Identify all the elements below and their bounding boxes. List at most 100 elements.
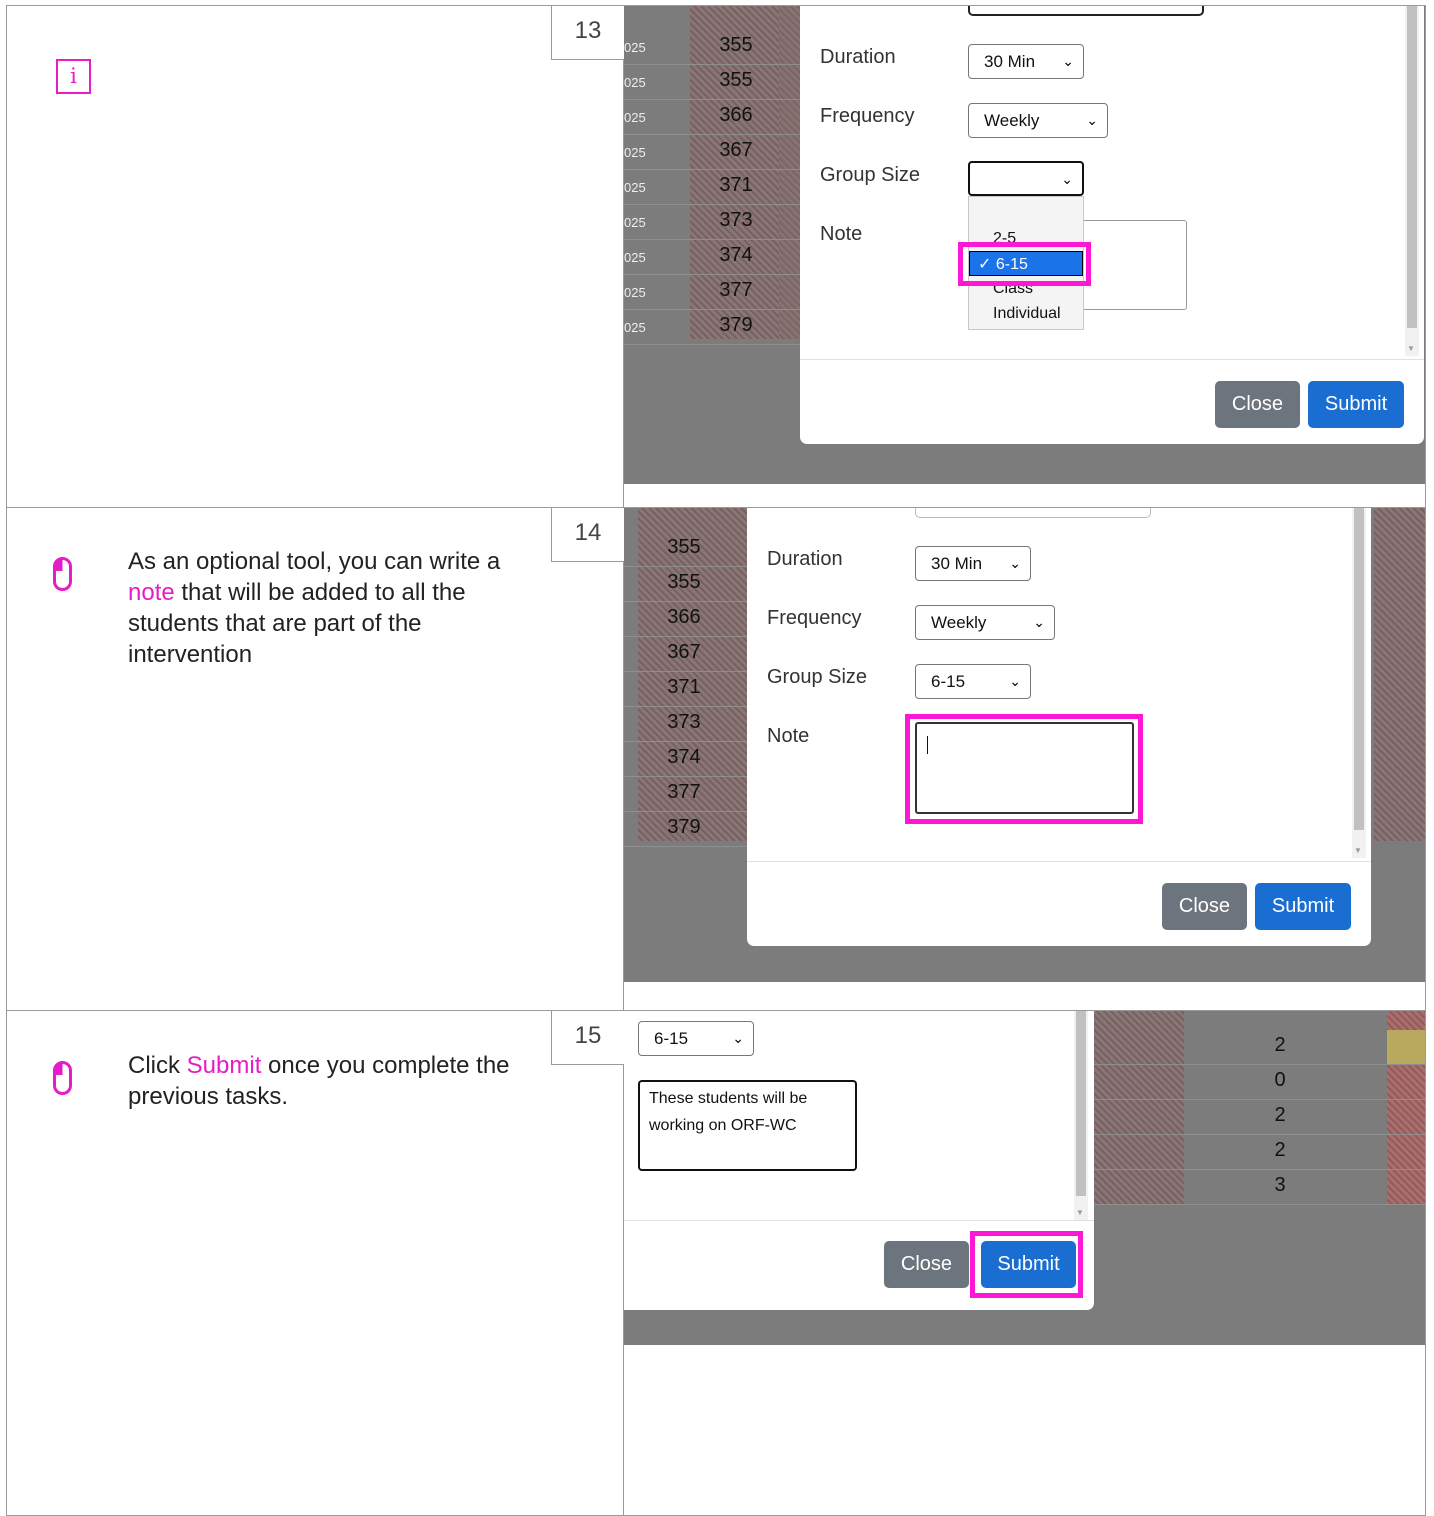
note-text-line: These students will be — [649, 1090, 808, 1107]
table-cell: 355 — [667, 571, 701, 593]
chevron-down-icon: ⌄ — [1086, 112, 1098, 128]
scrollbar[interactable]: ▼ — [1352, 508, 1366, 858]
step-number: 13 — [551, 6, 624, 60]
step-13: 13 i 025 355 025 355 025 366 025 367 025 371 025 37… — [6, 5, 1426, 508]
table-cell: 367 — [719, 139, 753, 161]
modal-footer-divider — [624, 1220, 1094, 1221]
year-cell: 025 — [624, 215, 646, 230]
row-divider — [624, 776, 747, 777]
scroll-down-icon[interactable]: ▼ — [1076, 1208, 1084, 1217]
row-divider — [624, 706, 747, 707]
modal-dialog: Duration 30 Min ⌄ Frequency Weekly ⌄ Group… — [800, 6, 1424, 444]
duration-select[interactable]: 30 Min ⌄ — [915, 546, 1031, 581]
table-cell: 3 — [1274, 1174, 1286, 1196]
highlight-box — [970, 1231, 1083, 1298]
mouse-icon — [53, 557, 72, 591]
frequency-select[interactable]: Weekly ⌄ — [968, 103, 1108, 138]
note-label: Note — [767, 725, 810, 747]
step-14: 14 As an optional tool, you can write a … — [6, 507, 1426, 1011]
scrollbar[interactable]: ▼ — [1074, 1011, 1088, 1220]
row-divider — [624, 309, 800, 310]
step-number: 15 — [551, 1011, 624, 1065]
row-divider — [624, 636, 747, 637]
row-divider — [1094, 1064, 1425, 1065]
close-button[interactable]: Close — [884, 1241, 969, 1288]
scroll-down-icon[interactable]: ▼ — [1407, 344, 1415, 353]
chevron-down-icon: ⌄ — [732, 1030, 744, 1046]
info-icon: i — [56, 59, 91, 94]
table-cell: 373 — [667, 711, 701, 733]
frequency-select[interactable]: Weekly ⌄ — [915, 605, 1055, 640]
table-cell: 355 — [719, 69, 753, 91]
instruction-part: As an optional tool, you can write a — [128, 548, 501, 575]
table-cell: 379 — [719, 314, 753, 336]
scrollbar-thumb[interactable] — [1354, 508, 1364, 830]
table-cell: 371 — [719, 174, 753, 196]
chevron-down-icon: ⌄ — [1061, 171, 1073, 187]
page-footer-strip — [624, 982, 1425, 1010]
frequency-value: Weekly — [984, 111, 1040, 130]
frequency-label: Frequency — [820, 105, 915, 127]
group-size-select[interactable]: 6-15 ⌄ — [638, 1021, 754, 1056]
row-divider — [624, 671, 747, 672]
modal-dialog: 6-15 ⌄ These students will be working on … — [624, 1011, 1094, 1310]
note-textarea[interactable]: These students will be working on ORF-WC — [638, 1080, 857, 1171]
hatch-column — [1374, 508, 1425, 841]
instruction-part: that will be added to all the students t… — [128, 579, 466, 668]
table-cell: 373 — [719, 209, 753, 231]
row-divider — [1094, 1204, 1425, 1205]
status-cell-yellow — [1387, 1030, 1425, 1065]
table-cell: 374 — [719, 244, 753, 266]
previous-field[interactable] — [968, 6, 1204, 16]
close-button[interactable]: Close — [1215, 381, 1300, 428]
step-number: 14 — [551, 508, 624, 562]
submit-button[interactable]: Submit — [1255, 883, 1351, 930]
modal-dialog: Duration 30 Min ⌄ Frequency Weekly ⌄ Group… — [747, 508, 1371, 946]
year-cell: 025 — [624, 110, 646, 125]
year-cell: 025 — [624, 320, 646, 335]
screenshot: 2 0 2 2 3 6-15 ⌄ These students will be worki… — [624, 1011, 1425, 1345]
year-cell: 025 — [624, 40, 646, 55]
year-cell: 025 — [624, 285, 646, 300]
table-cell: 366 — [667, 606, 701, 628]
table-cell: 367 — [667, 641, 701, 663]
instruction-part: Click — [128, 1052, 187, 1079]
hatch-column — [779, 6, 802, 339]
duration-select[interactable]: 30 Min ⌄ — [968, 44, 1084, 79]
duration-value: 30 Min — [984, 52, 1036, 71]
row-divider — [1094, 1134, 1425, 1135]
chevron-down-icon: ⌄ — [1009, 555, 1021, 571]
table-cell: 377 — [719, 279, 753, 301]
close-button[interactable]: Close — [1162, 883, 1247, 930]
row-divider — [624, 99, 800, 100]
modal-footer-divider — [747, 861, 1371, 862]
group-size-label: Group Size — [820, 164, 921, 186]
table-cell: 2 — [1274, 1034, 1286, 1056]
row-divider — [624, 169, 800, 170]
row-divider — [1094, 1169, 1425, 1170]
table-cell: 0 — [1274, 1069, 1286, 1091]
option-individual[interactable]: Individual — [969, 301, 1083, 326]
scrollbar[interactable]: ▼ — [1405, 6, 1419, 356]
row-divider — [624, 741, 747, 742]
submit-button[interactable]: Submit — [1308, 381, 1404, 428]
page-footer-strip — [624, 484, 1425, 507]
table-cell: 377 — [667, 781, 701, 803]
note-text-line: working on ORF-WC — [649, 1117, 797, 1134]
previous-field[interactable] — [915, 508, 1151, 518]
group-size-select[interactable]: 6-15 ⌄ — [915, 664, 1031, 699]
chevron-down-icon: ⌄ — [1062, 53, 1074, 69]
group-size-select[interactable]: ⌄ — [968, 161, 1084, 196]
scroll-down-icon[interactable]: ▼ — [1354, 846, 1362, 855]
instruction-text: Click Submit once you complete the previ… — [128, 1050, 528, 1112]
duration-label: Duration — [820, 46, 896, 68]
table-cell: 2 — [1274, 1139, 1286, 1161]
row-divider — [624, 239, 800, 240]
duration-label: Duration — [767, 548, 843, 570]
instruction-highlight: Submit — [186, 1052, 262, 1079]
modal-footer-divider — [800, 359, 1424, 360]
scrollbar-thumb[interactable] — [1407, 6, 1417, 328]
row-divider — [624, 566, 747, 567]
highlight-box — [958, 242, 1091, 286]
scrollbar-thumb[interactable] — [1076, 1011, 1086, 1196]
